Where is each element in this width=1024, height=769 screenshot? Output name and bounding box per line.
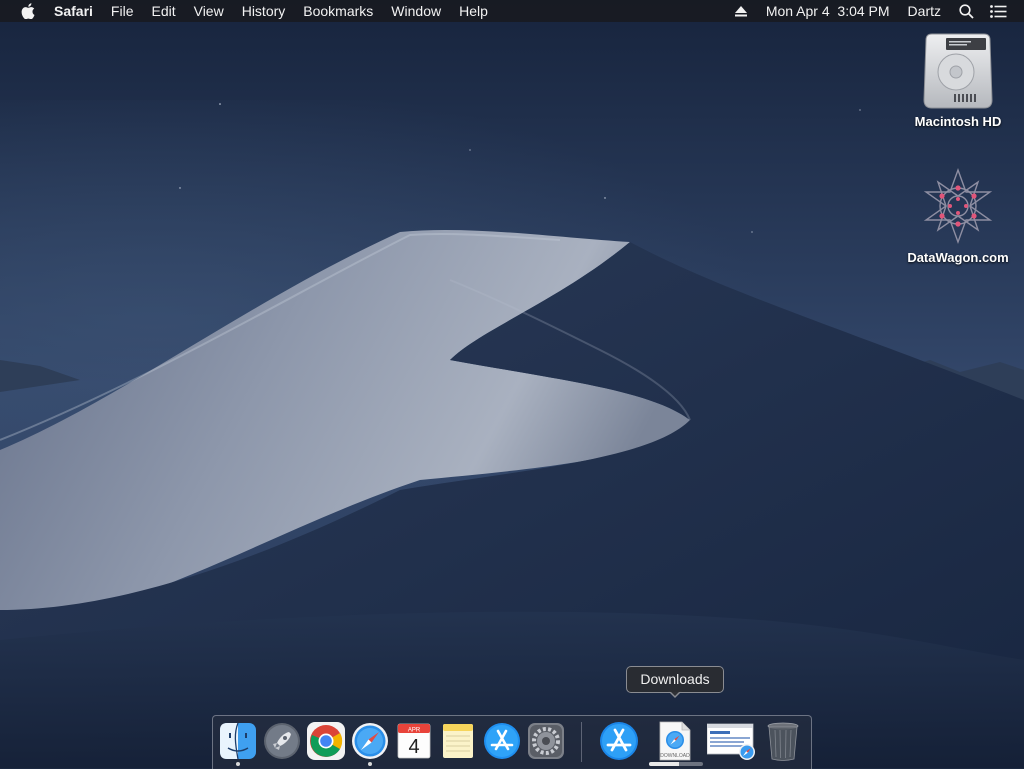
menu-edit[interactable]: Edit [142, 0, 184, 22]
trash-icon [767, 722, 799, 761]
menu-window[interactable]: Window [382, 0, 450, 22]
menu-user-name[interactable]: Dartz [899, 0, 950, 22]
menu-bar-right: Mon Apr 4 3:04 PM Dartz [725, 0, 1024, 22]
menu-history[interactable]: History [233, 0, 295, 22]
dock-finder[interactable] [218, 721, 258, 761]
menu-bar-left: Safari File Edit View History Bookmarks … [0, 0, 497, 22]
desktop-icon-label: Macintosh HD [914, 114, 1002, 129]
dock-app-store[interactable] [482, 721, 522, 761]
dock-chrome[interactable] [306, 721, 346, 761]
menu-bookmarks[interactable]: Bookmarks [294, 0, 382, 22]
dock: APR 4 DOWNLOAD [212, 715, 812, 769]
dock-system-preferences[interactable] [526, 721, 566, 761]
desktop-icon-label: DataWagon.com [907, 250, 1009, 265]
calendar-day: 4 [408, 736, 419, 758]
dock-trash[interactable] [763, 721, 803, 761]
app-store-folder-icon [600, 722, 638, 760]
menu-app-name[interactable]: Safari [46, 0, 102, 22]
dock-safari[interactable] [350, 721, 390, 761]
menu-file[interactable]: File [102, 0, 143, 22]
apple-logo-icon[interactable] [18, 0, 38, 22]
dock-tooltip: Downloads [626, 666, 724, 693]
desktop-icon-datawagon[interactable]: DataWagon.com [903, 166, 1013, 265]
dock-safari-document[interactable] [707, 721, 755, 761]
download-progress-bar [649, 762, 703, 766]
datawagon-logo-icon [918, 166, 998, 246]
menu-help[interactable]: Help [450, 0, 497, 22]
safari-compass-icon [352, 723, 388, 759]
safari-document-icon [707, 723, 755, 760]
running-indicator [236, 762, 240, 766]
dock-notes[interactable] [438, 721, 478, 761]
desktop-wallpaper [0, 0, 1024, 768]
dock-launchpad[interactable] [262, 721, 302, 761]
finder-icon [220, 722, 256, 760]
download-progress-fill [649, 762, 679, 766]
menu-clock[interactable]: Mon Apr 4 3:04 PM [757, 0, 899, 22]
notification-center-icon[interactable] [982, 0, 1014, 22]
dock-downloads-stack[interactable]: DOWNLOAD [655, 721, 695, 761]
launchpad-rocket-icon [264, 723, 300, 759]
spotlight-search-icon[interactable] [950, 0, 982, 22]
download-file-label: DOWNLOAD [660, 753, 690, 759]
gear-icon [528, 723, 564, 759]
calendar-month: APR [408, 728, 421, 734]
running-indicator [368, 762, 372, 766]
hard-drive-icon [918, 30, 998, 110]
eject-icon[interactable] [725, 0, 757, 22]
chrome-icon [307, 722, 345, 760]
tooltip-arrow-fill [669, 690, 681, 696]
download-file-icon: DOWNLOAD [659, 721, 691, 761]
dock-applications-stack[interactable] [599, 721, 639, 761]
menu-view[interactable]: View [185, 0, 233, 22]
notes-icon [443, 724, 473, 758]
dock-separator [581, 722, 582, 762]
calendar-icon: APR 4 [397, 723, 431, 759]
desktop-icon-macintosh-hd[interactable]: Macintosh HD [903, 30, 1013, 129]
app-store-icon [484, 723, 520, 759]
menu-bar: Safari File Edit View History Bookmarks … [0, 0, 1024, 22]
dock-calendar[interactable]: APR 4 [394, 721, 434, 761]
